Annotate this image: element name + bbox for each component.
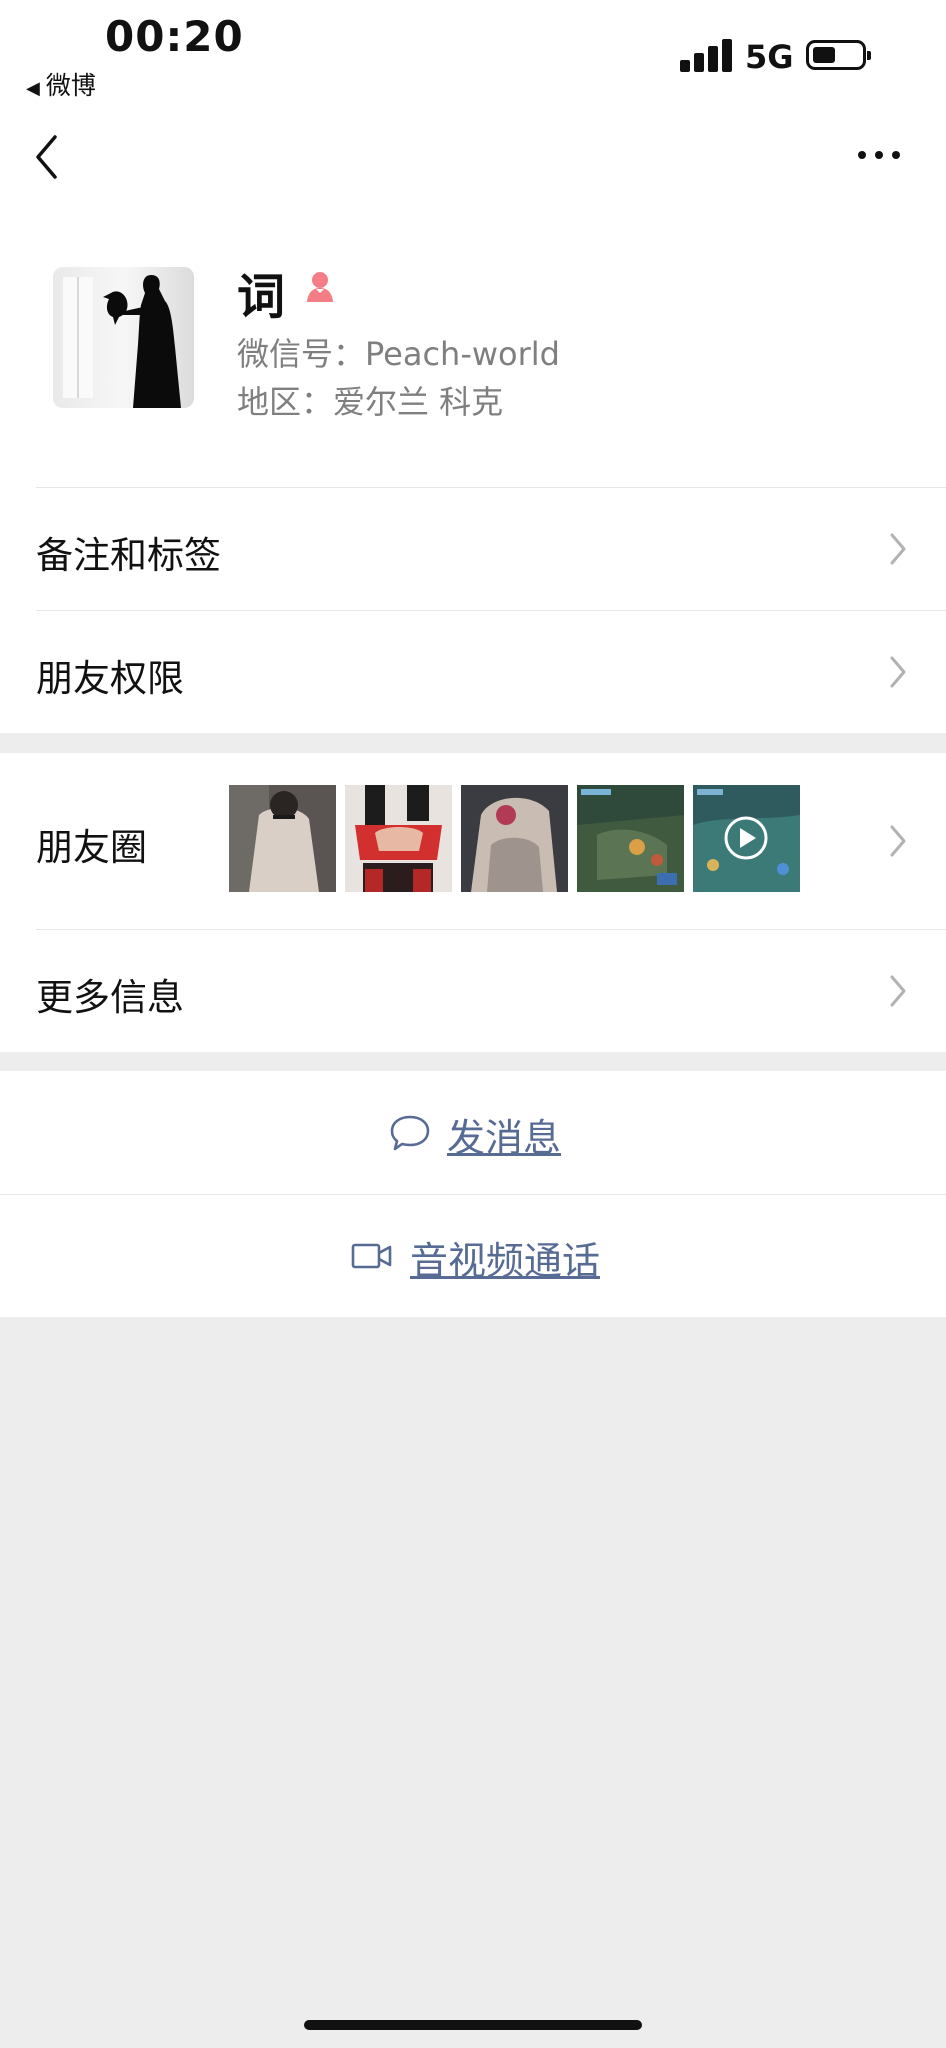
friend-permissions-row[interactable]: 朋友权限 <box>0 610 946 733</box>
remarks-and-tags-label: 备注和标签 <box>36 534 221 577</box>
back-app-label: 微博 <box>45 71 96 100</box>
send-message-label: 发消息 <box>447 1116 562 1160</box>
video-camera-icon <box>350 1240 394 1276</box>
profile-header: 词 微信号：Peach-world 地区：爱尔兰 科克 <box>0 205 946 487</box>
back-triangle-icon: ◀ <box>26 78 40 99</box>
female-icon <box>302 269 338 305</box>
more-dots-icon[interactable] <box>858 140 908 170</box>
send-message-row[interactable]: 发消息 <box>0 1071 946 1194</box>
chevron-left-icon[interactable] <box>30 132 70 182</box>
battery-icon <box>806 40 871 70</box>
home-indicator[interactable] <box>304 2020 642 2030</box>
chevron-right-icon <box>888 531 908 567</box>
video-call-button[interactable]: 音视频通话 <box>350 1230 600 1285</box>
video-call-row[interactable]: 音视频通话 <box>0 1194 946 1317</box>
moments-photo <box>229 785 336 892</box>
signal-icon <box>680 38 732 72</box>
settings-group: 备注和标签 朋友权限 <box>0 487 946 733</box>
region: 地区：爱尔兰 科克 <box>237 383 504 421</box>
moments-photo <box>577 785 684 892</box>
contact-profile-screen: 00:20 ◀ 微博 5G 词 微信号：Peach-world 地区：爱尔兰 科… <box>0 0 946 2048</box>
send-message-button[interactable]: 发消息 <box>389 1107 561 1162</box>
status-bar: 00:20 ◀ 微博 5G <box>0 0 946 110</box>
avatar[interactable] <box>53 267 194 408</box>
back-to-app-link[interactable]: ◀ 微博 <box>26 66 96 102</box>
chevron-right-icon <box>888 823 908 859</box>
remarks-and-tags-row[interactable]: 备注和标签 <box>0 487 946 610</box>
moments-thumbnails <box>229 785 800 892</box>
nav-bar <box>0 110 946 205</box>
chevron-right-icon <box>888 973 908 1009</box>
info-group: 朋友圈 更多信息 <box>0 753 946 1052</box>
status-time: 00:20 <box>105 12 244 61</box>
moments-row[interactable]: 朋友圈 <box>0 753 946 929</box>
moments-photo <box>345 785 452 892</box>
moments-label: 朋友圈 <box>36 826 147 869</box>
chevron-right-icon <box>888 654 908 690</box>
moments-photo <box>461 785 568 892</box>
moments-video <box>693 785 800 892</box>
video-call-label: 音视频通话 <box>410 1239 601 1283</box>
wechat-id: 微信号：Peach-world <box>237 335 560 373</box>
chat-bubble-icon <box>389 1113 431 1157</box>
more-info-label: 更多信息 <box>36 976 184 1019</box>
network-type: 5G <box>745 38 794 76</box>
contact-name: 词 <box>237 269 286 325</box>
actions-group: 发消息 音视频通话 <box>0 1071 946 1317</box>
more-info-row[interactable]: 更多信息 <box>0 929 946 1052</box>
friend-permissions-label: 朋友权限 <box>36 657 184 700</box>
